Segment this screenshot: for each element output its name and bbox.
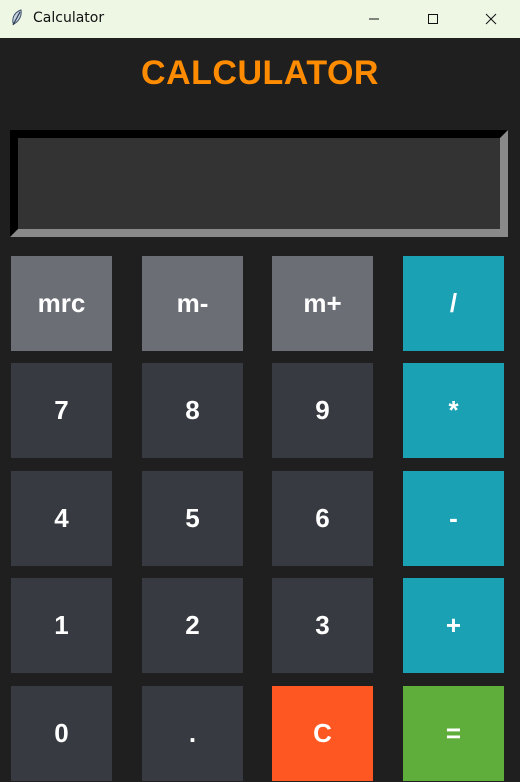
clear-button[interactable]: C <box>272 686 373 781</box>
maximize-icon <box>428 14 438 24</box>
feather-icon <box>9 9 25 27</box>
maximize-button[interactable] <box>404 0 462 38</box>
add-button[interactable]: + <box>403 578 504 673</box>
digit-2-button[interactable]: 2 <box>142 578 243 673</box>
divide-button[interactable]: / <box>403 256 504 351</box>
multiply-button[interactable]: * <box>403 363 504 458</box>
digit-9-button[interactable]: 9 <box>272 363 373 458</box>
digit-1-button[interactable]: 1 <box>11 578 112 673</box>
calculator-window: Calculator CALCULATOR mrc m- m+ / 7 8 9 … <box>0 0 520 782</box>
digit-5-button[interactable]: 5 <box>142 471 243 566</box>
minimize-icon <box>369 18 379 20</box>
display-field[interactable] <box>10 130 508 237</box>
title-bar: Calculator <box>0 0 520 38</box>
digit-8-button[interactable]: 8 <box>142 363 243 458</box>
digit-4-button[interactable]: 4 <box>11 471 112 566</box>
digit-7-button[interactable]: 7 <box>11 363 112 458</box>
digit-6-button[interactable]: 6 <box>272 471 373 566</box>
digit-3-button[interactable]: 3 <box>272 578 373 673</box>
subtract-button[interactable]: - <box>403 471 504 566</box>
memory-plus-button[interactable]: m+ <box>272 256 373 351</box>
window-title: Calculator <box>33 10 105 26</box>
minimize-button[interactable] <box>345 0 403 38</box>
decimal-button[interactable]: . <box>142 686 243 781</box>
close-button[interactable] <box>462 0 520 38</box>
mrc-button[interactable]: mrc <box>11 256 112 351</box>
digit-0-button[interactable]: 0 <box>11 686 112 781</box>
close-icon <box>485 13 497 25</box>
app-title: CALCULATOR <box>141 54 379 92</box>
equals-button[interactable]: = <box>403 686 504 781</box>
memory-minus-button[interactable]: m- <box>142 256 243 351</box>
